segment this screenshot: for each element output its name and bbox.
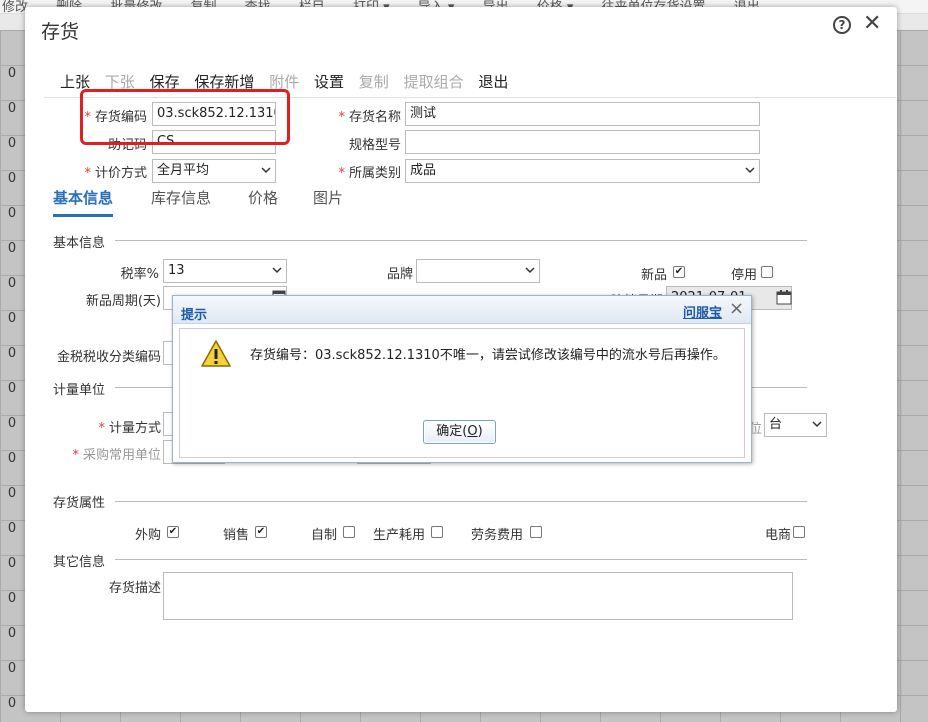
bg-row-number: 0 [7,696,17,711]
bg-row-number: 0 [7,346,17,361]
section-attributes: 存货属性 [53,496,106,511]
tab-price[interactable]: 价格 [248,187,278,214]
ok-label: 确定( [436,424,468,439]
new-label: 新品 [640,268,667,283]
name-field[interactable]: 测试 [405,102,760,126]
ok-button[interactable]: 确定(O) [423,420,496,444]
brand-select[interactable] [416,259,540,283]
bg-row-number: 0 [7,171,17,186]
alert-dialog: 提示 问服宝 × 存货编号：03.sck852.12.1310不唯一，请尝试修改… [172,295,752,463]
dialog-title: 存货 [41,21,80,43]
attr-sales-label: 销售 [222,528,249,543]
attr-ecommerce-checkbox[interactable] [793,526,805,538]
attr-production-label: 生产耗用 [372,528,425,543]
attr-production-checkbox[interactable] [431,526,443,538]
purchase-unit-label: * 采购常用单位 [72,448,161,463]
name-label: * 存货名称 [338,110,401,125]
desc-textarea[interactable] [163,572,793,620]
bg-row-number: 0 [7,241,17,256]
bg-row-number: 0 [7,556,17,571]
alert-message: 存货编号：03.sck852.12.1310不唯一，请尝试修改该编号中的流水号后… [250,348,726,363]
unit-select[interactable]: 台 [764,413,827,437]
category-select[interactable]: 成品 [405,159,760,183]
attr-purchase-checkbox[interactable]: ✔ [167,526,179,538]
section-other-info: 其它信息 [53,555,106,570]
spec-label: 规格型号 [348,138,401,153]
tax-select[interactable]: 13 [163,259,287,283]
attr-service-label: 劳务费用 [470,528,523,543]
cycle-label: 新品周期(天) [85,294,161,309]
spec-field[interactable] [405,130,760,154]
bg-row-number: 0 [7,136,17,151]
bg-row-number: 0 [7,626,17,641]
section-units: 计量单位 [53,383,106,398]
ok-accesskey: O [467,424,478,439]
close-icon[interactable]: × [729,298,744,319]
alert-title: 提示 [181,308,208,323]
bg-row-number: 0 [7,521,17,536]
settings-button[interactable]: 设置 [314,73,344,91]
attr-purchase-label: 外购 [134,528,161,543]
pricing-select[interactable]: 全月平均 [152,159,276,183]
chevron-down-icon [261,167,271,174]
tax-value: 13 [168,263,185,278]
chevron-down-icon [745,167,755,174]
pricing-value: 全月平均 [157,163,210,178]
bg-row-number: 0 [7,66,17,81]
bg-row-number: 0 [7,311,17,326]
ok-label-close: ) [477,424,483,439]
tab-images[interactable]: 图片 [313,187,343,214]
exit-button[interactable]: 退出 [478,73,508,91]
attr-selfmade-checkbox[interactable] [343,526,355,538]
help-link[interactable]: 问服宝 [683,302,722,321]
unit-value: 台 [769,417,783,432]
alert-header: 提示 问服宝 × [173,296,751,324]
copy-button[interactable]: 复制 [359,73,389,91]
alert-body: 存货编号：03.sck852.12.1310不唯一，请尝试修改该编号中的流水号后… [179,328,745,458]
section-divider [115,559,807,560]
new-checkbox[interactable]: ✔ [673,266,685,278]
attr-sales-checkbox[interactable]: ✔ [255,526,267,538]
bg-row-number: 0 [7,276,17,291]
disabled-checkbox[interactable] [761,266,773,278]
tax-label: 税率% [120,267,159,282]
bg-row-number: 0 [7,416,17,431]
section-divider [115,240,807,241]
measure-label: * 计量方式 [98,421,161,436]
chevron-down-icon [272,267,282,274]
bg-row-number: 0 [7,101,17,116]
disabled-label: 停用 [730,268,757,283]
help-icon[interactable]: ? [833,16,851,34]
bg-row-number: 0 [7,661,17,676]
code-highlight-annotation [80,89,290,145]
attr-service-checkbox[interactable] [530,526,542,538]
brand-label: 品牌 [386,267,413,282]
desc-label: 存货描述 [108,581,161,596]
extract-combo-button[interactable]: 提取组合 [404,73,464,91]
section-basic-info: 基本信息 [53,236,106,251]
bg-row-number: 0 [7,591,17,606]
attr-selfmade-label: 自制 [310,528,337,543]
attr-ecommerce-label: 电商 [764,528,791,543]
bg-row-number: 0 [7,381,17,396]
chevron-down-icon [812,421,822,428]
warning-icon [201,340,231,367]
section-divider [115,501,807,502]
tab-basic-info[interactable]: 基本信息 [53,187,114,217]
tab-stock-info[interactable]: 库存信息 [151,187,211,214]
pricing-label: * 计价方式 [84,166,147,181]
bg-row-number: 0 [7,206,17,221]
calendar-icon[interactable] [776,289,792,305]
taxcode-label: 金税税收分类编码 [56,350,161,365]
bg-row-number: 0 [7,451,17,466]
category-label: * 所属类别 [338,166,401,181]
close-icon[interactable]: ✕ [863,12,881,36]
bg-row-number: 0 [7,486,17,501]
category-value: 成品 [410,163,437,178]
chevron-down-icon [525,267,535,274]
